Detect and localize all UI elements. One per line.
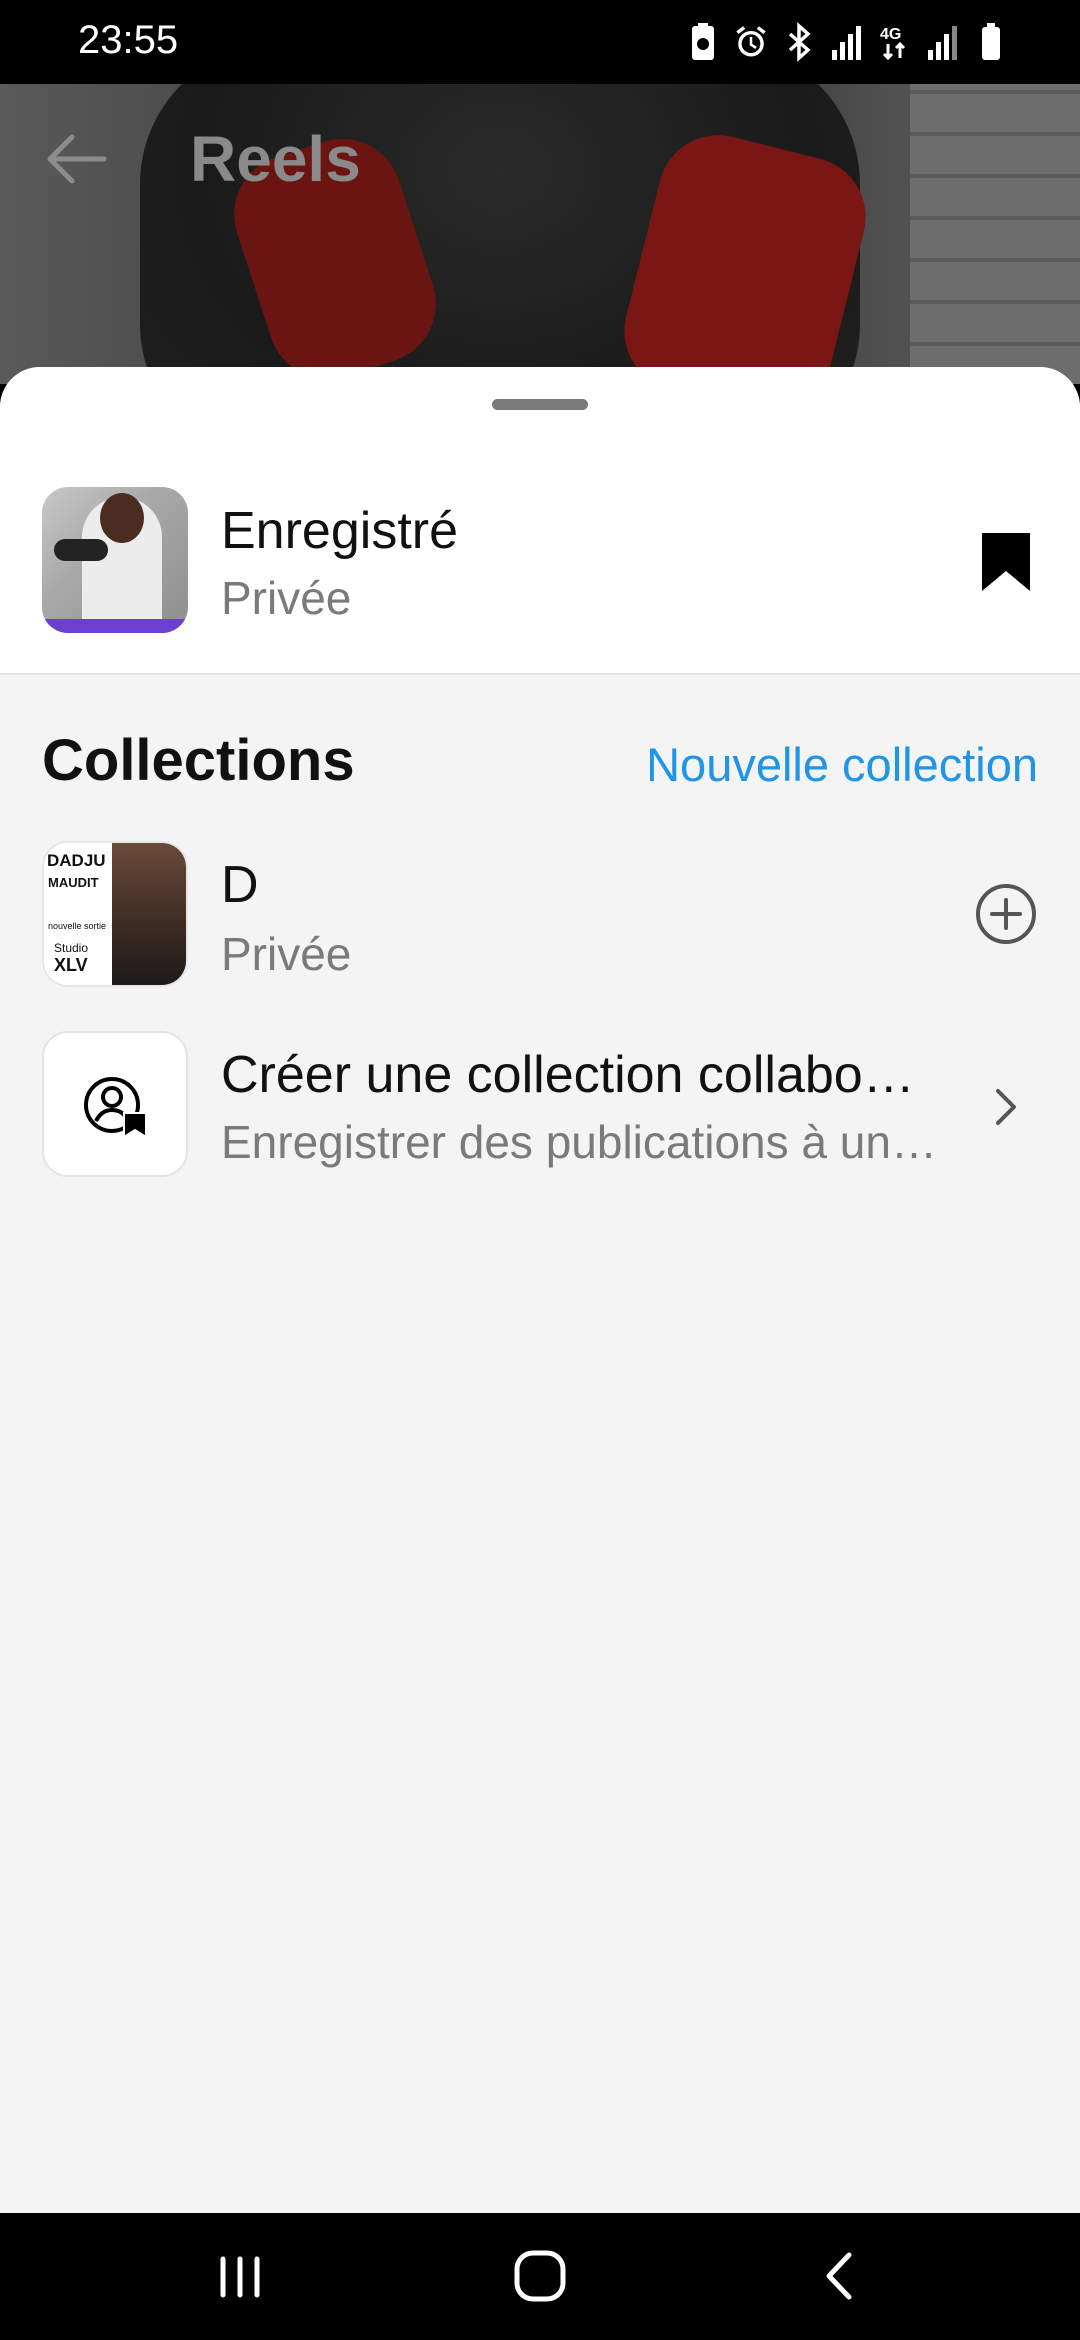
4g-icon: 4G — [880, 26, 906, 61]
collab-subtitle: Enregistrer des publications à un… — [221, 1116, 937, 1168]
thumb-text-3: nouvelle sortie — [48, 921, 107, 931]
page-title: Reels — [190, 123, 361, 195]
person-bookmark-icon — [84, 1077, 147, 1139]
svg-text:4G: 4G — [880, 26, 901, 43]
thumb-text-2: MAUDIT — [48, 875, 99, 890]
save-bottom-sheet: Enregistré Privée Collections Nouvelle c… — [0, 367, 1080, 2213]
thumb-text-5: XLV — [54, 955, 88, 975]
home-icon[interactable] — [505, 2241, 575, 2311]
system-nav-bar — [0, 2213, 1080, 2340]
collections-heading: Collections — [42, 728, 355, 793]
collection-subtitle: Privée — [221, 928, 352, 980]
reels-header: Reels — [0, 84, 1080, 234]
thumb-head — [100, 493, 144, 543]
chevron-right-icon[interactable] — [992, 1085, 1022, 1129]
thumb-microphone — [54, 539, 108, 561]
signal-icon — [832, 26, 861, 60]
thumb-text-4: Studio — [54, 941, 89, 955]
back-icon[interactable] — [805, 2241, 875, 2311]
thumb-right-panel — [112, 843, 186, 985]
status-bar: 23:55 4G — [0, 0, 1080, 84]
collab-thumbnail[interactable] — [42, 1031, 188, 1177]
saved-thumbnail — [42, 487, 188, 633]
collection-title[interactable]: D — [221, 855, 259, 915]
alarm-icon — [736, 26, 766, 57]
battery-icon — [982, 23, 1000, 60]
thumb-banner — [42, 619, 188, 633]
recents-icon[interactable] — [205, 2241, 275, 2311]
plus-circle-icon[interactable] — [974, 882, 1038, 946]
bluetooth-icon — [788, 22, 811, 62]
collab-title[interactable]: Créer une collection collabo… — [221, 1045, 961, 1105]
arrow-left-icon[interactable] — [40, 129, 110, 189]
signal-icon-2 — [928, 26, 957, 60]
saved-subtitle: Privée — [221, 572, 352, 624]
saved-section: Enregistré Privée — [0, 367, 1080, 675]
status-time: 23:55 — [78, 18, 179, 62]
new-collection-button[interactable]: Nouvelle collection — [646, 737, 1038, 792]
drag-handle[interactable] — [492, 399, 588, 410]
saved-title: Enregistré — [221, 502, 458, 560]
status-icons: 4G — [686, 20, 1008, 64]
battery-saver-icon — [692, 23, 714, 60]
thumb-text-1: DADJU — [47, 851, 106, 870]
bookmark-filled-icon[interactable] — [980, 531, 1032, 593]
collection-thumbnail[interactable]: DADJU MAUDIT nouvelle sortie Studio XLV — [42, 841, 188, 987]
